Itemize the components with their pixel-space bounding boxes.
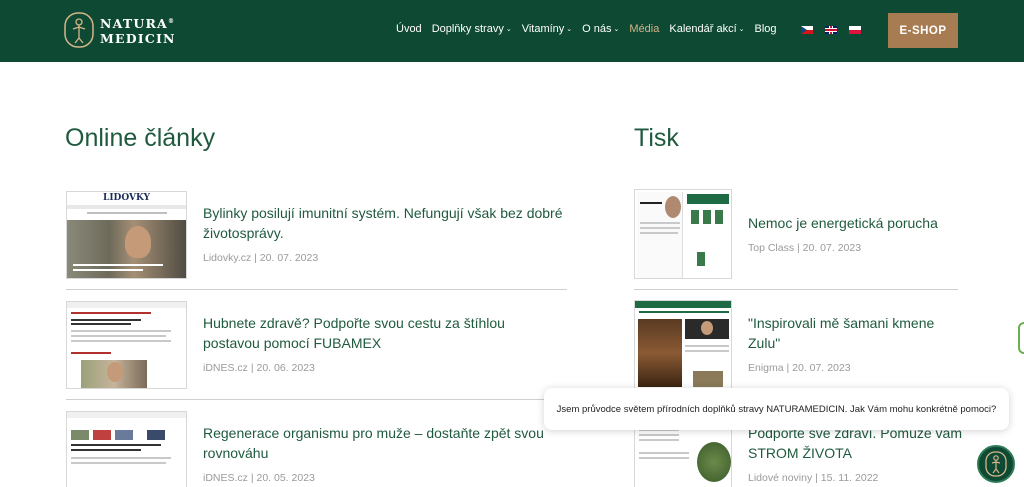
print-thumbnail[interactable]	[634, 189, 732, 279]
chat-message: Jsem průvodce světem přírodních doplňků …	[556, 403, 997, 415]
divider	[634, 289, 958, 290]
article-title-link[interactable]: Nemoc je energetická porucha	[748, 213, 968, 233]
nav-item-doplnky-stravy[interactable]: Doplňky stravy ⌄	[432, 23, 512, 35]
article-thumbnail[interactable]	[66, 301, 187, 389]
chevron-down-icon: ⌄	[738, 26, 745, 33]
side-feedback-tab[interactable]	[1018, 322, 1024, 354]
article-meta: Lidové noviny | 15. 11. 2022	[748, 472, 879, 484]
print-section-title: Tisk	[634, 124, 679, 152]
article-title-link[interactable]: Hubnete zdravě? Podpořte svou cestu za š…	[203, 313, 563, 353]
online-section-title: Online články	[65, 124, 216, 152]
chevron-down-icon: ⌄	[505, 26, 512, 33]
article-text: Bylinky posilují imunitní systém. Nefung…	[203, 203, 563, 264]
article-meta: Enigma | 20. 07. 2023	[748, 362, 851, 374]
article-title-link[interactable]: Regenerace organismu pro muže – dostaňte…	[203, 423, 563, 463]
main-nav: Úvod Doplňky stravy ⌄ Vitamíny ⌄ O nás ⌄ Mé…	[396, 23, 787, 35]
article-text: Hubnete zdravě? Podpořte svou cestu za š…	[203, 313, 563, 374]
gb-flag-icon[interactable]	[825, 26, 837, 34]
chat-bubble[interactable]: Jsem průvodce světem přírodních doplňků …	[544, 388, 1009, 430]
article-text: Regenerace organismu pro muže – dostaňte…	[203, 423, 563, 484]
article-text: "Inspirovali mě šamani kmene Zulu" Enigm…	[748, 313, 968, 374]
cz-flag-icon[interactable]	[801, 26, 813, 34]
pl-flag-icon[interactable]	[849, 26, 861, 34]
eshop-button[interactable]: E-SHOP	[888, 13, 958, 48]
article-title-link[interactable]: "Inspirovali mě šamani kmene Zulu"	[748, 313, 968, 353]
chevron-down-icon: ⌄	[613, 26, 620, 33]
chat-assistant-icon	[985, 451, 1007, 477]
logo-figure-icon	[64, 12, 94, 48]
chat-open-button[interactable]	[977, 445, 1015, 483]
article-meta: iDNES.cz | 20. 06. 2023	[203, 362, 315, 374]
nav-item-blog[interactable]: Blog	[755, 23, 777, 35]
divider	[66, 399, 567, 400]
thumb-brand: LIDOVKY	[103, 193, 151, 203]
nav-item-kalendar-akci[interactable]: Kalendář akcí ⌄	[669, 23, 744, 35]
nav-item-o-nas[interactable]: O nás ⌄	[582, 23, 619, 35]
nav-item-vitaminy[interactable]: Vitamíny ⌄	[522, 23, 572, 35]
print-thumbnail[interactable]	[634, 300, 732, 390]
nav-item-uvod[interactable]: Úvod	[396, 23, 422, 35]
nav-item-media[interactable]: Média	[629, 23, 659, 35]
article-meta: Lidovky.cz | 20. 07. 2023	[203, 252, 319, 264]
divider	[66, 289, 567, 290]
article-title-link[interactable]: Bylinky posilují imunitní systém. Nefung…	[203, 203, 563, 243]
article-meta: Top Class | 20. 07. 2023	[748, 242, 862, 254]
site-logo[interactable]: NATURA® MEDICIN	[64, 12, 176, 48]
site-header: NATURA® MEDICIN Úvod Doplňky stravy ⌄ Vit…	[0, 0, 1024, 62]
article-thumbnail[interactable]: LIDOVKY	[66, 191, 187, 279]
article-meta: iDNES.cz | 20. 05. 2023	[203, 472, 315, 484]
language-switcher	[801, 26, 861, 34]
article-thumbnail[interactable]	[66, 411, 187, 487]
chevron-down-icon: ⌄	[566, 26, 573, 33]
article-text: Podpořte své zdraví. Pomůže vám STROM ŽI…	[748, 423, 968, 484]
article-text: Nemoc je energetická porucha Top Class |…	[748, 213, 968, 254]
logo-wordmark: NATURA® MEDICIN	[100, 16, 176, 47]
